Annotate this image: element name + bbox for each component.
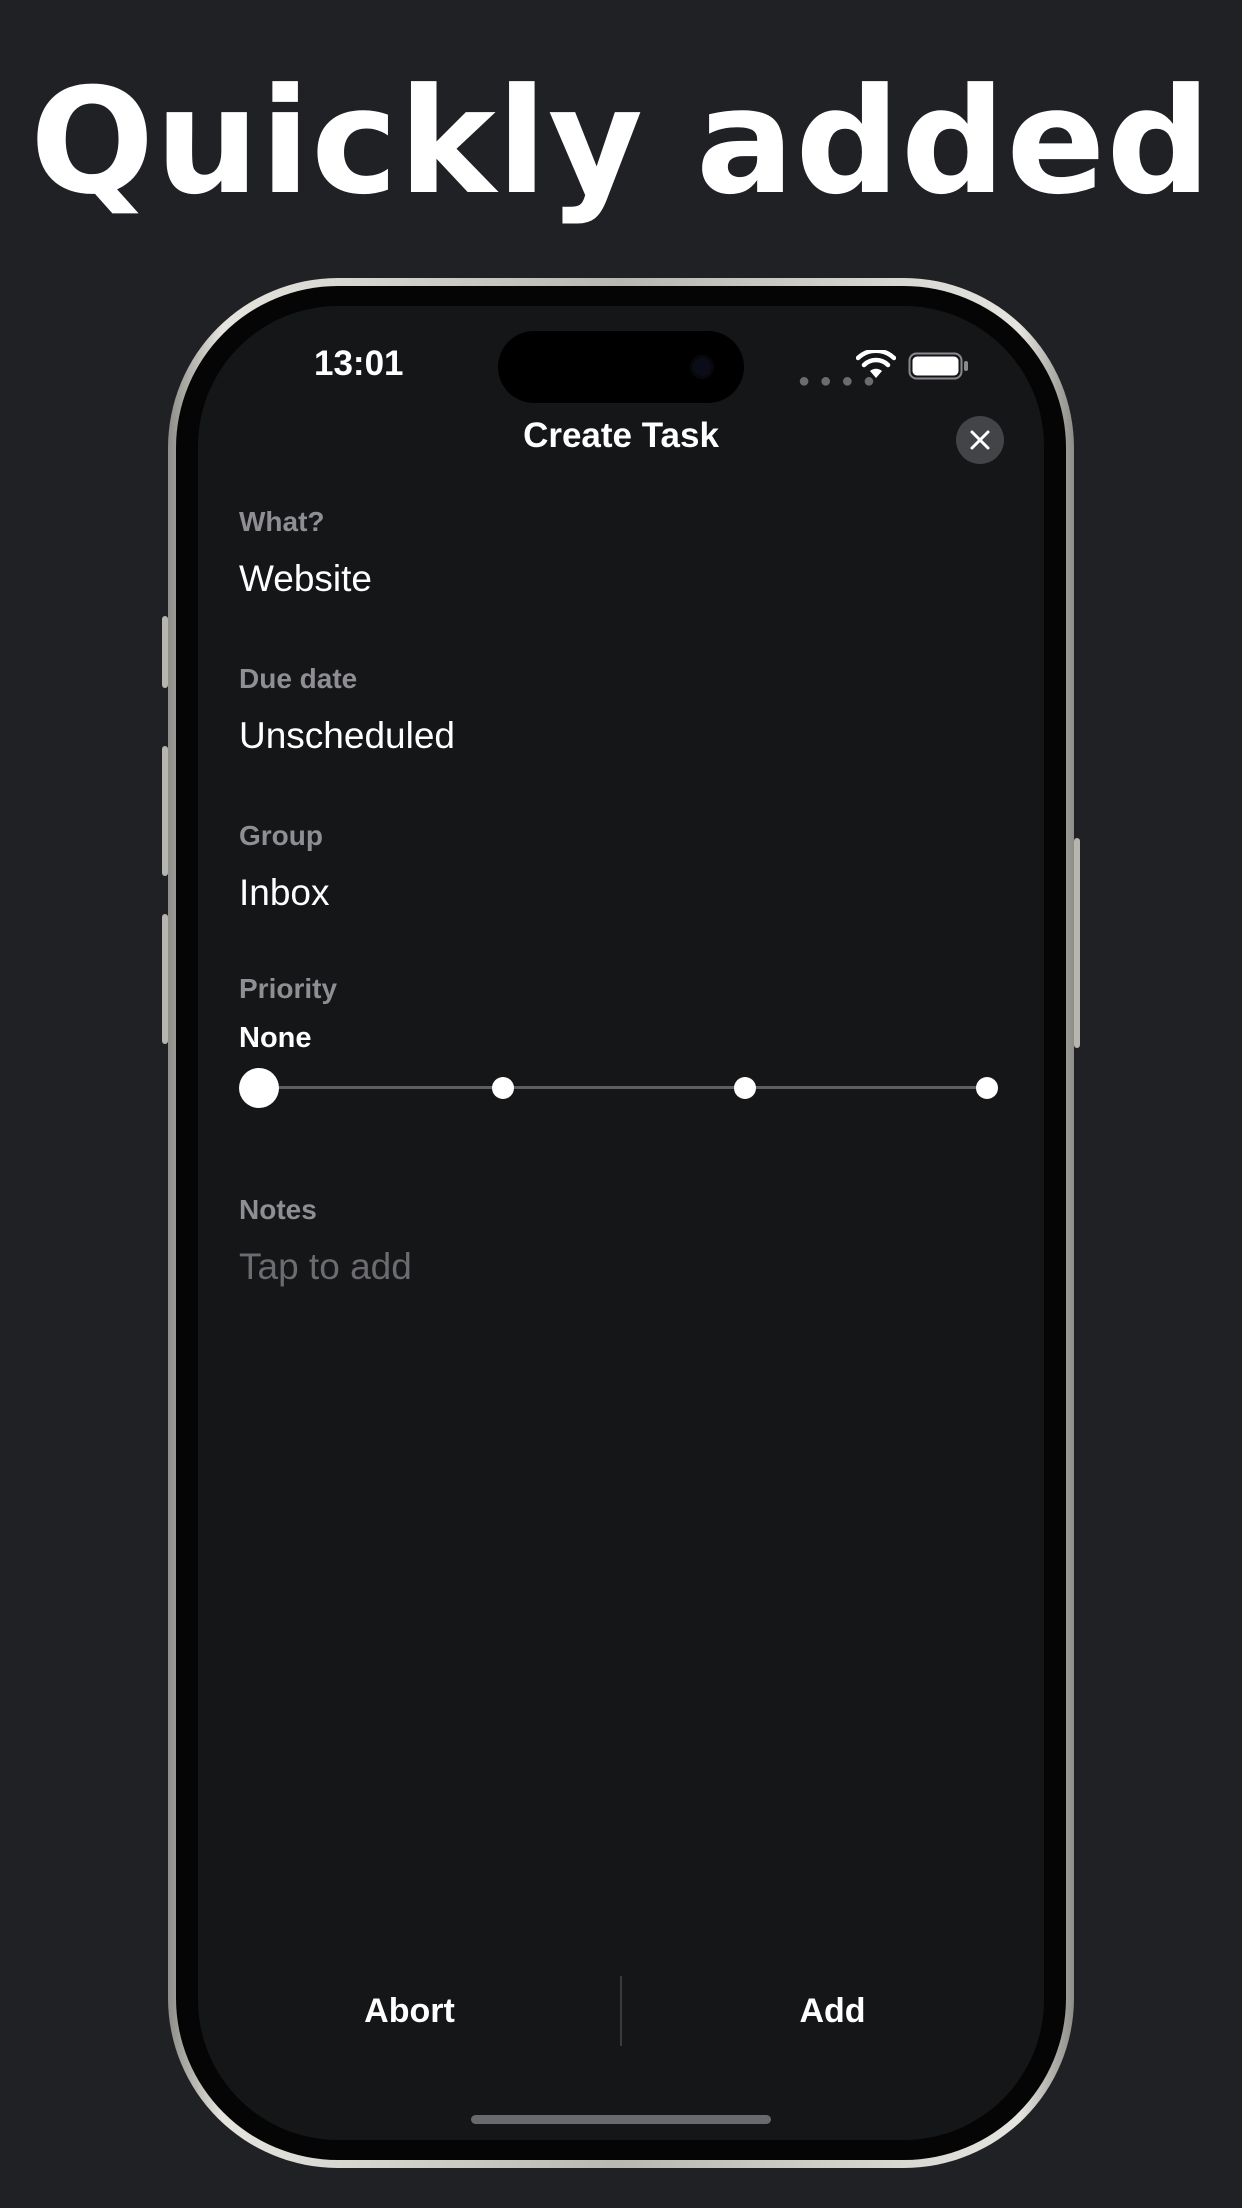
add-button[interactable]: Add (621, 1976, 1044, 2046)
what-field[interactable]: Website (239, 558, 372, 600)
abort-button[interactable]: Abort (198, 1976, 621, 2046)
notes-field[interactable]: Tap to add (239, 1246, 412, 1288)
power-button (1074, 838, 1080, 1048)
priority-label: Priority (239, 973, 338, 1004)
slider-thumb[interactable] (239, 1068, 279, 1108)
group-label: Group (239, 820, 323, 851)
action-bar: Abort Add (198, 1976, 1044, 2046)
group-field[interactable]: Inbox (239, 872, 330, 914)
phone-screen: 13:01 ● ● ● ● Create Task What? Website … (198, 306, 1044, 2140)
sheet-title: Create Task (523, 416, 719, 455)
battery-icon (908, 352, 968, 380)
volume-down-button (162, 914, 168, 1044)
home-indicator[interactable] (471, 2115, 771, 2124)
dynamic-island (498, 331, 744, 403)
notes-label: Notes (239, 1194, 317, 1225)
headline: Quickly added (30, 57, 1212, 227)
due-date-field[interactable]: Unscheduled (239, 715, 455, 757)
priority-stop-high[interactable] (976, 1077, 998, 1099)
close-button[interactable] (956, 416, 1004, 464)
priority-value: None (239, 1022, 312, 1054)
priority-slider[interactable] (239, 1066, 1009, 1110)
camera-icon (690, 355, 714, 379)
status-time: 13:01 (314, 344, 404, 383)
volume-up-button (162, 746, 168, 876)
priority-stop-low[interactable] (492, 1077, 514, 1099)
wifi-icon (856, 350, 896, 378)
action-button (162, 616, 168, 688)
slider-track (257, 1086, 995, 1089)
what-label: What? (239, 506, 325, 537)
priority-stop-medium[interactable] (734, 1077, 756, 1099)
close-icon (970, 430, 990, 450)
due-date-label: Due date (239, 663, 358, 694)
